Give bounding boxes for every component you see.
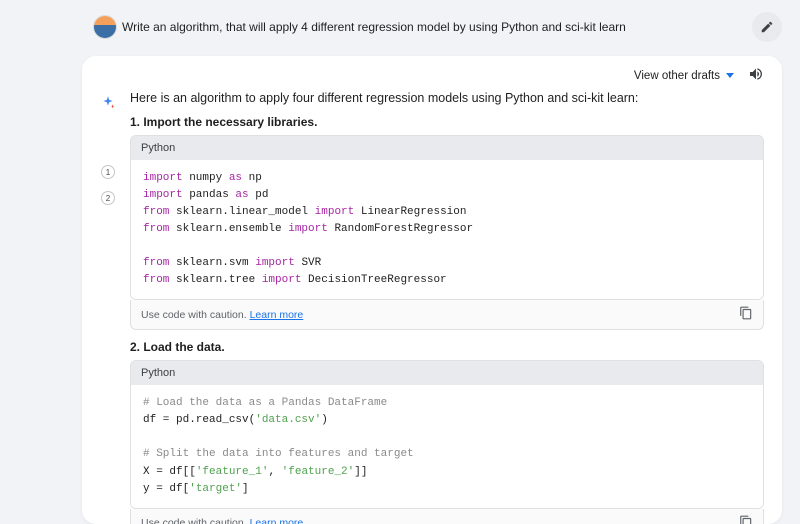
draft-badge-1[interactable]: 1 bbox=[101, 165, 115, 179]
learn-more-link[interactable]: Learn more bbox=[250, 517, 304, 524]
code-body-1: import numpy as np import pandas as pd f… bbox=[131, 160, 763, 299]
intro-text: Here is an algorithm to apply four diffe… bbox=[130, 91, 764, 105]
response-content: Here is an algorithm to apply four diffe… bbox=[130, 91, 764, 524]
speaker-icon bbox=[748, 66, 764, 82]
view-drafts-button[interactable]: View other drafts bbox=[634, 70, 734, 82]
sparkle-icon bbox=[100, 95, 116, 111]
response-card: View other drafts 1 2 Here is an algorit… bbox=[82, 56, 782, 524]
response-gutter: 1 2 bbox=[98, 91, 118, 524]
user-avatar bbox=[94, 16, 116, 38]
view-drafts-label: View other drafts bbox=[634, 70, 720, 82]
copy-icon bbox=[739, 306, 753, 320]
code-lang-label: Python bbox=[131, 361, 763, 385]
learn-more-link[interactable]: Learn more bbox=[250, 309, 304, 321]
code-lang-label: Python bbox=[131, 136, 763, 160]
pencil-icon bbox=[760, 20, 774, 34]
step-2-title: 2. Load the data. bbox=[130, 340, 764, 354]
code-block-2: Python # Load the data as a Pandas DataF… bbox=[130, 360, 764, 508]
caution-text: Use code with caution. bbox=[141, 517, 250, 524]
draft-badge-2[interactable]: 2 bbox=[101, 191, 115, 205]
chevron-down-icon bbox=[726, 73, 734, 78]
prompt-bar: Write an algorithm, that will apply 4 di… bbox=[0, 0, 800, 50]
prompt-text: Write an algorithm, that will apply 4 di… bbox=[90, 20, 740, 34]
card-topbar: View other drafts bbox=[82, 56, 782, 91]
caution-bar-1: Use code with caution. Learn more bbox=[130, 300, 764, 330]
code-body-2: # Load the data as a Pandas DataFrame df… bbox=[131, 385, 763, 507]
step-1-title: 1. Import the necessary libraries. bbox=[130, 115, 764, 129]
code-block-1: Python import numpy as np import pandas … bbox=[130, 135, 764, 300]
copy-code-button[interactable] bbox=[739, 515, 753, 524]
speak-button[interactable] bbox=[748, 66, 764, 85]
caution-bar-2: Use code with caution. Learn more bbox=[130, 509, 764, 524]
copy-code-button[interactable] bbox=[739, 306, 753, 323]
edit-prompt-button[interactable] bbox=[752, 12, 782, 42]
caution-text: Use code with caution. bbox=[141, 309, 250, 321]
copy-icon bbox=[739, 515, 753, 524]
